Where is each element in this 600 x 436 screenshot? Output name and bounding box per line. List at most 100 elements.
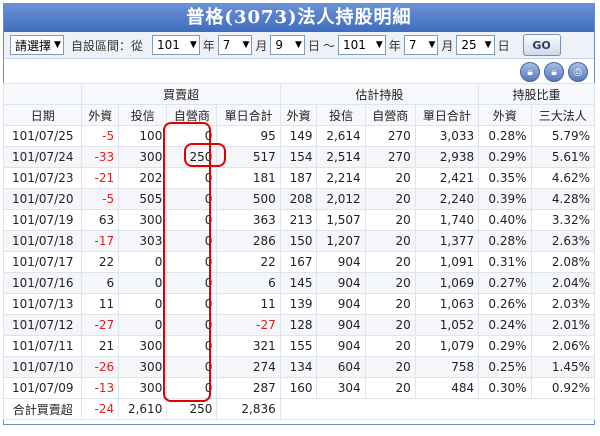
to-month-select[interactable]: 7 ▼ — [403, 35, 439, 55]
cell-ratio-three: 1.45% — [530, 356, 595, 378]
cell-ratio-foreign: 0.29% — [478, 146, 532, 168]
preset-select-value: 請選擇 — [15, 38, 52, 53]
to-day-select[interactable]: 25 ▼ — [456, 35, 495, 55]
cell-date: 101/07/09 — [2, 377, 83, 399]
print-icon[interactable]: ⎙ — [568, 62, 588, 82]
cell-date: 101/07/13 — [2, 293, 83, 315]
cell-hold-foreign: 208 — [279, 188, 318, 210]
cell-buy-daily: 274 — [216, 356, 281, 378]
cell-buy-daily: 363 — [216, 209, 281, 231]
cell-buy-daily: 6 — [216, 272, 281, 294]
cell-buy-foreign: 6 — [81, 272, 120, 294]
cell-hold-total: 2,938 — [414, 146, 480, 168]
table-row: 101/07/13 11 0 0 11 139 904 20 1,063 0.26% 2.03% — [2, 293, 595, 315]
cell-hold-total: 1,740 — [414, 209, 480, 231]
page-title: 普格(3073)法人持股明細 — [4, 4, 594, 32]
cell-date: 101/07/16 — [2, 272, 83, 294]
cell-buy-trust: 505 — [118, 188, 168, 210]
cell-buy-trust: 0 — [118, 251, 168, 273]
table-row: 101/07/17 22 0 0 22 167 904 20 1,091 0.31% 2.08% — [2, 251, 595, 273]
cell-buy-foreign: 21 — [81, 335, 120, 357]
column-header-buy-daily: 單日合計 — [216, 104, 281, 126]
cell-hold-trust: 1,207 — [316, 230, 366, 252]
cell-buy-foreign: -17 — [81, 230, 120, 252]
cell-hold-total: 1,069 — [414, 272, 480, 294]
go-button[interactable]: GO — [522, 34, 561, 56]
year-unit: 年 — [388, 38, 401, 53]
from-year-value: 101 — [156, 38, 180, 52]
cell-hold-trust: 904 — [316, 335, 366, 357]
cell-ratio-foreign: 0.27% — [478, 272, 532, 294]
cell-hold-total: 758 — [414, 356, 480, 378]
cell-hold-dealer: 20 — [364, 167, 416, 189]
column-header-date: 日期 — [2, 104, 83, 126]
cell-hold-dealer: 270 — [364, 146, 416, 168]
cell-date: 101/07/20 — [2, 188, 83, 210]
cell-buy-trust: 300 — [118, 377, 168, 399]
cell-hold-foreign: 139 — [279, 293, 318, 315]
from-day-select[interactable]: 9 ▼ — [270, 35, 305, 55]
cell-ratio-foreign: 0.28% — [478, 125, 532, 147]
cell-hold-foreign: 155 — [279, 335, 318, 357]
cell-ratio-foreign: 0.26% — [478, 293, 532, 315]
to-year-select[interactable]: 101 ▼ — [337, 35, 386, 55]
cell-date: 101/07/18 — [2, 230, 83, 252]
cell-ratio-three: 4.62% — [530, 167, 595, 189]
cell-hold-trust: 904 — [316, 314, 366, 336]
preset-select[interactable]: 請選擇 ▼ — [10, 35, 64, 55]
cell-hold-foreign: 154 — [279, 146, 318, 168]
blank-header — [2, 83, 83, 105]
table-body: 101/07/25 -5 100 0 95 149 2,614 270 3,033 0.28% 5.… — [2, 125, 596, 420]
cell-hold-foreign: 167 — [279, 251, 318, 273]
cell-buy-trust: 0 — [118, 272, 168, 294]
cell-buy-trust: 300 — [118, 209, 168, 231]
chevron-down-icon: ▼ — [189, 40, 197, 50]
table-row: 101/07/10 -26 300 0 274 134 604 20 758 0.25% 1.45% — [2, 356, 595, 378]
cell-buy-foreign: -5 — [81, 125, 120, 147]
chevron-down-icon: ▼ — [295, 40, 302, 50]
lock-icon[interactable]: 🔒︎ — [544, 62, 564, 82]
chevron-down-icon: ▼ — [375, 40, 383, 50]
lock-icon[interactable]: 🔒︎ — [520, 62, 540, 82]
from-month-select[interactable]: 7 ▼ — [217, 35, 253, 55]
cell-buy-foreign: -33 — [81, 146, 120, 168]
cell-buy-dealer: 0 — [166, 251, 218, 273]
cell-buy-dealer: 0 — [166, 167, 218, 189]
cell-ratio-three: 2.63% — [530, 230, 595, 252]
cell-buy-daily: 517 — [216, 146, 281, 168]
group-header-row: 買賣超 估計持股 持股比重 — [2, 83, 595, 105]
table-row: 101/07/09 -13 300 0 287 160 304 20 484 0.30% 0.92% — [2, 377, 595, 399]
from-year-select[interactable]: 101 ▼ — [151, 35, 200, 55]
cell-ratio-foreign: 0.24% — [478, 314, 532, 336]
total-row: 合計買賣超 -24 2,610 250 2,836 — [2, 398, 596, 420]
cell-hold-trust: 2,614 — [316, 125, 366, 147]
cell-date: 101/07/17 — [2, 251, 83, 273]
column-header-hold-total: 單日合計 — [414, 104, 480, 126]
cell-date: 101/07/10 — [2, 356, 83, 378]
cell-buy-dealer: 0 — [166, 188, 218, 210]
cell-date: 101/07/11 — [2, 335, 83, 357]
cell-hold-dealer: 20 — [364, 251, 416, 273]
chevron-down-icon: ▼ — [428, 40, 436, 50]
day-unit: 日 — [497, 38, 510, 53]
cell-hold-total: 1,091 — [414, 251, 480, 273]
cell-hold-dealer: 20 — [364, 335, 416, 357]
chevron-down-icon: ▼ — [242, 40, 250, 50]
cell-hold-total: 1,052 — [414, 314, 480, 336]
cell-ratio-foreign: 0.30% — [478, 377, 532, 399]
cell-buy-foreign: -13 — [81, 377, 120, 399]
cell-hold-trust: 904 — [316, 293, 366, 315]
table-row: 101/07/24 -33 300 250 517 154 2,514 270 2,938 0.2… — [2, 146, 595, 168]
column-header-hold-dealer: 自營商 — [364, 104, 416, 126]
cell-hold-dealer: 20 — [364, 314, 416, 336]
cell-ratio-three: 4.28% — [530, 188, 595, 210]
cell-buy-trust: 202 — [118, 167, 168, 189]
cell-hold-dealer: 20 — [364, 230, 416, 252]
cell-buy-dealer: 0 — [166, 377, 218, 399]
total-label: 合計買賣超 — [2, 398, 83, 420]
cell-ratio-three: 3.32% — [530, 209, 595, 231]
range-label: 自設區間：從 — [70, 38, 143, 53]
cell-buy-daily: -27 — [216, 314, 281, 336]
cell-hold-foreign: 149 — [279, 125, 318, 147]
cell-hold-foreign: 145 — [279, 272, 318, 294]
